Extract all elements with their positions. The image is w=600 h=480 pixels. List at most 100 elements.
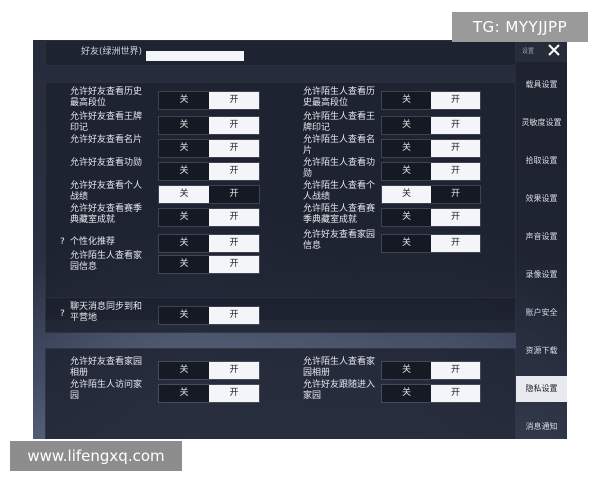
toggle-on-option[interactable]: 开 bbox=[209, 163, 259, 180]
toggle-off-option[interactable]: 关 bbox=[159, 362, 209, 379]
row-label: 允许好友查看王牌印记 bbox=[70, 112, 143, 133]
toggle-switch[interactable]: 关开 bbox=[381, 162, 481, 181]
top-section-label: 好友(绿洲世界) bbox=[81, 47, 143, 57]
toggle-switch[interactable]: 关开 bbox=[158, 91, 260, 110]
toggle-switch[interactable]: 关开 bbox=[158, 255, 260, 274]
settings-content: 好友(绿洲世界) 允许好友查看历史最高段位关开允许好友查看王牌印记关开允许好友查… bbox=[33, 40, 516, 439]
row-label: 允许好友跟随进入家园 bbox=[303, 380, 376, 401]
toggle-off-option[interactable]: 关 bbox=[382, 186, 431, 203]
toggle-off-option[interactable]: 关 bbox=[382, 385, 431, 402]
row-label: 允许陌生人查看赛季典藏室成就 bbox=[303, 204, 376, 225]
toggle-off-option[interactable]: 关 bbox=[382, 362, 431, 379]
toggle-on-option[interactable]: 开 bbox=[209, 307, 259, 324]
toggle-switch[interactable]: 关开 bbox=[158, 162, 260, 181]
toggle-switch[interactable]: 关开 bbox=[381, 91, 481, 110]
toggle-off-option[interactable]: 关 bbox=[159, 385, 209, 402]
sidebar-item[interactable]: 录像设置 bbox=[516, 262, 567, 288]
row-label: 聊天消息同步到和平营地 bbox=[70, 302, 143, 323]
close-button[interactable]: 设置 bbox=[516, 40, 567, 62]
home-section: 允许好友查看家园相册关开允许陌生人访问家园关开允许陌生人查看家园相册关开允许好友… bbox=[45, 348, 516, 439]
row-label: 个性化推荐 bbox=[70, 237, 116, 247]
toggle-switch[interactable]: 关开 bbox=[381, 185, 481, 204]
row-label: 允许好友查看功勋 bbox=[70, 158, 143, 168]
toggle-on-option[interactable]: 开 bbox=[431, 235, 480, 252]
toggle-switch[interactable]: 关开 bbox=[158, 185, 260, 204]
toggle-on-option[interactable]: 开 bbox=[431, 209, 480, 226]
toggle-switch[interactable]: 关开 bbox=[158, 139, 260, 158]
toggle-off-option[interactable]: 关 bbox=[382, 209, 431, 226]
toggle-off-option[interactable]: 关 bbox=[159, 92, 209, 109]
toggle-switch[interactable]: 关开 bbox=[381, 139, 481, 158]
help-icon[interactable]: ? bbox=[60, 237, 68, 248]
toggle-on-option[interactable]: 开 bbox=[431, 92, 480, 109]
row-label: 允许好友查看家园相册 bbox=[70, 357, 143, 378]
toggle-off-option[interactable]: 关 bbox=[159, 140, 209, 157]
settings-row: 允许陌生人查看家园信息关开 bbox=[70, 251, 270, 277]
visibility-section: 允许好友查看历史最高段位关开允许好友查看王牌印记关开允许好友查看名片关开允许好友… bbox=[45, 82, 516, 320]
toggle-on-option[interactable]: 开 bbox=[209, 385, 259, 402]
row-label: 允许好友查看个人战绩 bbox=[70, 181, 143, 202]
toggle-on-option[interactable]: 开 bbox=[431, 140, 480, 157]
toggle-off-option[interactable]: 关 bbox=[382, 117, 431, 134]
row-label: 允许陌生人访问家园 bbox=[70, 380, 143, 401]
settings-row: ? 聊天消息同步到和平营地关开 bbox=[60, 302, 270, 328]
sidebar-item[interactable]: 效果设置 bbox=[516, 186, 567, 212]
settings-window: 好友(绿洲世界) 允许好友查看历史最高段位关开允许好友查看王牌印记关开允许好友查… bbox=[33, 40, 567, 439]
toggle-on-option[interactable]: 开 bbox=[431, 362, 480, 379]
row-label: 允许陌生人查看家园信息 bbox=[70, 251, 143, 272]
row-label: 允许好友查看家园信息 bbox=[303, 230, 376, 251]
toggle-on-option[interactable]: 开 bbox=[209, 117, 259, 134]
toggle-off-option[interactable]: 关 bbox=[382, 235, 431, 252]
toggle-on-option[interactable]: 开 bbox=[209, 209, 259, 226]
toggle-off-option[interactable]: 关 bbox=[159, 307, 209, 324]
toggle-off-option[interactable]: 关 bbox=[159, 117, 209, 134]
settings-row: 允许陌生人查看历史最高段位关开 bbox=[303, 87, 503, 113]
toggle-on-option[interactable]: 开 bbox=[431, 186, 480, 203]
toggle-off-option[interactable]: 关 bbox=[159, 235, 209, 252]
sidebar-item[interactable]: 载具设置 bbox=[516, 72, 567, 98]
toggle-off-option[interactable]: 关 bbox=[382, 163, 431, 180]
toggle-switch[interactable]: 关开 bbox=[158, 384, 260, 403]
toggle-on-option[interactable]: 开 bbox=[209, 235, 259, 252]
toggle-switch[interactable]: 关开 bbox=[158, 306, 260, 325]
close-icon bbox=[548, 44, 560, 56]
sidebar-item[interactable]: 账户安全 bbox=[516, 300, 567, 326]
top-section: 好友(绿洲世界) bbox=[45, 40, 516, 66]
toggle-switch[interactable]: 关开 bbox=[381, 384, 481, 403]
toggle-on-option[interactable]: 开 bbox=[431, 163, 480, 180]
toggle-off-option[interactable]: 关 bbox=[159, 256, 209, 273]
toggle-on-option[interactable]: 开 bbox=[209, 92, 259, 109]
sidebar-item[interactable]: 隐私设置 bbox=[516, 376, 567, 402]
toggle-off-option[interactable]: 关 bbox=[382, 140, 431, 157]
top-section-toggle[interactable] bbox=[146, 51, 244, 61]
toggle-off-option[interactable]: 关 bbox=[159, 209, 209, 226]
sidebar-item[interactable]: 拾取设置 bbox=[516, 148, 567, 174]
toggle-switch[interactable]: 关开 bbox=[158, 208, 260, 227]
sidebar-item[interactable]: 资源下载 bbox=[516, 338, 567, 364]
sidebar-item[interactable]: 消息通知 bbox=[516, 414, 567, 439]
toggle-on-option[interactable]: 开 bbox=[431, 385, 480, 402]
toggle-switch[interactable]: 关开 bbox=[158, 361, 260, 380]
settings-row: 允许好友查看家园信息关开 bbox=[303, 230, 503, 256]
sidebar-item[interactable]: 声音设置 bbox=[516, 224, 567, 250]
row-label: 允许陌生人查看历史最高段位 bbox=[303, 87, 376, 108]
row-label: 允许陌生人查看功勋 bbox=[303, 158, 376, 179]
toggle-switch[interactable]: 关开 bbox=[381, 361, 481, 380]
toggle-on-option[interactable]: 开 bbox=[209, 186, 259, 203]
toggle-on-option[interactable]: 开 bbox=[431, 117, 480, 134]
toggle-switch[interactable]: 关开 bbox=[381, 208, 481, 227]
toggle-on-option[interactable]: 开 bbox=[209, 362, 259, 379]
toggle-off-option[interactable]: 关 bbox=[159, 186, 209, 203]
help-icon[interactable]: ? bbox=[60, 309, 68, 320]
row-label: 允许陌生人查看名片 bbox=[303, 135, 376, 156]
toggle-off-option[interactable]: 关 bbox=[382, 92, 431, 109]
toggle-on-option[interactable]: 开 bbox=[209, 256, 259, 273]
settings-row: 允许好友查看赛季典藏室成就关开 bbox=[70, 204, 270, 230]
sidebar-item[interactable]: 灵敏度设置 bbox=[516, 110, 567, 136]
toggle-on-option[interactable]: 开 bbox=[209, 140, 259, 157]
toggle-switch[interactable]: 关开 bbox=[381, 116, 481, 135]
row-label: 允许陌生人查看个人战绩 bbox=[303, 181, 376, 202]
toggle-off-option[interactable]: 关 bbox=[159, 163, 209, 180]
toggle-switch[interactable]: 关开 bbox=[381, 234, 481, 253]
toggle-switch[interactable]: 关开 bbox=[158, 116, 260, 135]
